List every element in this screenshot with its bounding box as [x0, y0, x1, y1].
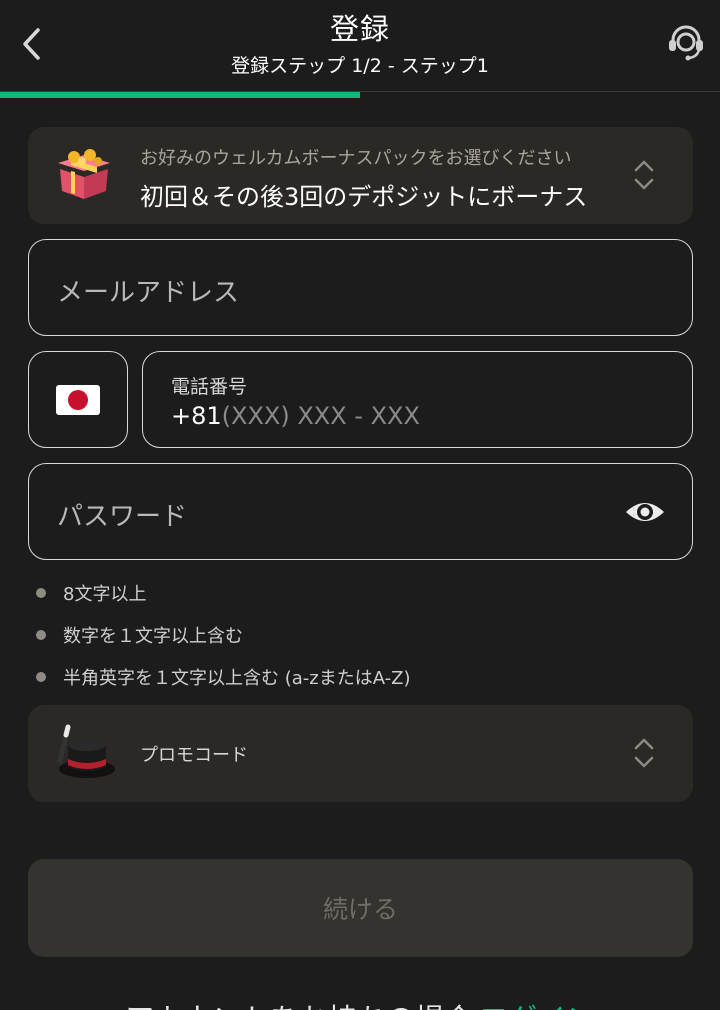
password-placeholder: パスワード	[57, 502, 188, 532]
progress-fill	[0, 92, 360, 98]
bullet-dot	[36, 588, 46, 598]
password-requirement: 8文字以上	[36, 580, 146, 606]
eye-icon	[626, 503, 664, 521]
login-link[interactable]: ログイン	[479, 1002, 595, 1010]
email-field[interactable]: メールアドレス	[28, 239, 693, 336]
requirement-text: 数字を１文字以上含む	[63, 626, 243, 647]
login-prompt-text: アカウントをお持ちの場合	[125, 1002, 473, 1010]
bonus-hint: お好みのウェルカムボーナスパックをお選びください	[140, 148, 572, 169]
promo-code-label: プロモコード	[140, 745, 248, 766]
login-prompt: アカウントをお持ちの場合ログイン	[0, 996, 720, 1010]
continue-button-label: 続ける	[322, 895, 398, 924]
phone-label: 電話番号	[171, 376, 248, 398]
country-code-select[interactable]	[28, 351, 128, 448]
headset-support-icon	[669, 25, 703, 61]
requirement-text: 8文字以上	[63, 584, 147, 605]
step-subtitle: 登録ステップ 1/2 - ステップ1	[231, 55, 489, 77]
phone-field[interactable]: 電話番号 +81(XXX) XXX - XXX	[142, 351, 693, 448]
bullet-dot	[36, 672, 46, 682]
toggle-password-visibility[interactable]	[623, 492, 667, 532]
password-requirement: 半角英字を１文字以上含む (a-zまたはA-Z)	[36, 664, 410, 690]
chevron-up-down-icon	[634, 738, 654, 768]
email-placeholder: メールアドレス	[57, 278, 240, 308]
promo-code-select[interactable]: プロモコード	[28, 705, 693, 802]
bullet-dot	[36, 630, 46, 640]
continue-button[interactable]: 続ける	[28, 859, 693, 957]
gift-box-icon	[58, 149, 110, 199]
page-title: 登録	[329, 12, 390, 46]
phone-input-line: +81(XXX) XXX - XXX	[171, 402, 420, 430]
magic-hat-icon	[57, 724, 115, 778]
requirement-text: 半角英字を１文字以上含む (a-zまたはA-Z)	[63, 668, 411, 689]
bonus-select[interactable]: お好みのウェルカムボーナスパックをお選びください 初回＆その後3回のデポジットに…	[28, 127, 693, 224]
phone-country-prefix: +81	[171, 402, 222, 430]
japan-flag-icon	[56, 384, 100, 415]
chevron-up-down-icon	[634, 160, 654, 190]
app-header: 登録 登録ステップ 1/2 - ステップ1	[0, 0, 720, 92]
password-field[interactable]: パスワード	[28, 463, 693, 560]
password-requirement: 数字を１文字以上含む	[36, 622, 243, 648]
phone-placeholder: (XXX) XXX - XXX	[221, 402, 420, 430]
support-button[interactable]	[664, 20, 708, 64]
bonus-selected-value: 初回＆その後3回のデポジットにボーナス	[140, 183, 588, 211]
